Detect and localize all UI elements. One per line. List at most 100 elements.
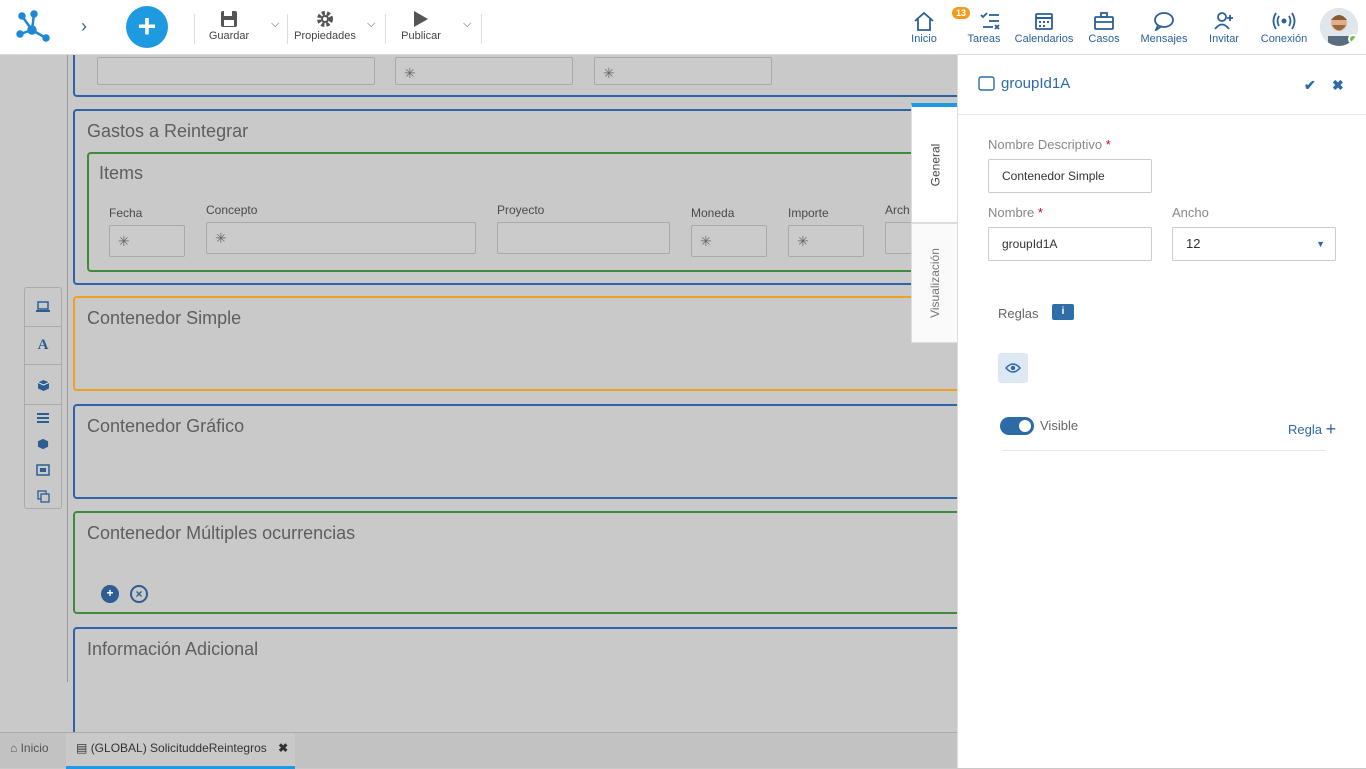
container-icon xyxy=(978,76,995,91)
plus-icon: + xyxy=(1325,419,1337,439)
column-label: Arch xyxy=(885,203,910,217)
nav-invite-label: Invitar xyxy=(1209,33,1239,45)
toolbar-separator xyxy=(385,14,386,44)
publish-dropdown-chevron-icon[interactable]: ⌵ xyxy=(463,18,471,31)
eye-icon xyxy=(1005,363,1021,373)
contenedor-multiples-title: Contenedor Múltiples ocurrencias xyxy=(87,523,356,543)
partial-container-top[interactable]: ✳ ✳ xyxy=(73,55,957,97)
copy-icon[interactable] xyxy=(25,486,61,506)
nav-invite[interactable]: Invitar xyxy=(1194,9,1254,45)
nav-calendars[interactable]: Calendarios xyxy=(1014,9,1074,45)
column-label: Proyecto xyxy=(497,203,545,217)
nav-cases[interactable]: Casos xyxy=(1074,9,1134,45)
add-rule-link[interactable]: Regla + xyxy=(1288,418,1336,439)
tab-general-label: General xyxy=(927,143,942,186)
contenedor-simple[interactable]: Contenedor Simple xyxy=(73,296,957,391)
cube-small-icon[interactable] xyxy=(25,434,61,454)
calendar-icon xyxy=(1014,9,1074,33)
nombre-descriptivo-input[interactable]: Contenedor Simple xyxy=(988,159,1152,193)
left-toolbox: A xyxy=(24,287,62,509)
add-button[interactable]: + xyxy=(126,6,168,48)
column-label: Moneda xyxy=(691,206,735,220)
bottom-tab-document-label: (GLOBAL) SolicituddeReintegros xyxy=(90,741,267,755)
properties-button[interactable]: Propiedades xyxy=(292,8,358,42)
nav-calendars-label: Calendarios xyxy=(1014,33,1074,45)
laptop-icon[interactable] xyxy=(25,294,61,320)
contenedor-grafico[interactable]: Contenedor Gráfico xyxy=(73,404,957,499)
save-button[interactable]: Guardar xyxy=(206,8,252,42)
list-lines-icon[interactable] xyxy=(25,408,61,428)
nombre-descriptivo-label-text: Nombre Descriptivo xyxy=(988,137,1103,152)
nav-messages-label: Mensajes xyxy=(1140,33,1188,45)
nav-tasks-label: Tareas xyxy=(967,33,1001,45)
briefcase-icon xyxy=(1074,9,1134,33)
panel-title-text: groupId1A xyxy=(1001,75,1071,92)
top-toolbar: › + Guardar ⌵ Propiedades ⌵ Publicar ⌵ I… xyxy=(0,0,1366,55)
informacion-adicional[interactable]: Información Adicional xyxy=(73,627,957,732)
toolbar-separator xyxy=(194,14,195,44)
fecha-field[interactable]: ✳ xyxy=(109,225,185,257)
app-logo-icon[interactable] xyxy=(12,8,52,46)
contenedor-multiples[interactable]: Contenedor Múltiples ocurrencias + × xyxy=(73,511,957,614)
contenedor-grafico-title: Contenedor Gráfico xyxy=(87,416,245,436)
visibility-eye-button[interactable] xyxy=(998,353,1028,383)
ancho-label: Ancho xyxy=(1172,205,1209,220)
tab-general[interactable]: General xyxy=(911,103,958,223)
chevron-down-icon: ▼ xyxy=(1316,239,1325,249)
nav-connection[interactable]: Conexión xyxy=(1254,9,1314,45)
items-title: Items xyxy=(99,163,144,183)
nav-messages[interactable]: Mensajes xyxy=(1134,9,1194,45)
online-status-dot xyxy=(1348,34,1358,44)
add-user-icon xyxy=(1194,9,1254,33)
tab-visualizacion-label: Visualización xyxy=(928,248,943,318)
add-rule-label: Regla xyxy=(1288,422,1322,437)
importe-field[interactable]: ✳ xyxy=(788,225,864,257)
required-mark: * xyxy=(1037,205,1043,220)
close-icon[interactable]: ✖ xyxy=(1332,77,1344,94)
properties-dropdown-chevron-icon[interactable]: ⌵ xyxy=(367,18,375,31)
field-input[interactable]: ✳ xyxy=(594,57,772,85)
bottom-tab-home[interactable]: ⌂ Inicio xyxy=(0,733,66,769)
gastos-container[interactable]: Gastos a Reintegrar Items Fecha ✳ Concep… xyxy=(73,109,957,285)
concepto-field[interactable]: ✳ xyxy=(206,222,476,254)
toolbox-separator xyxy=(25,364,61,365)
save-dropdown-chevron-icon[interactable]: ⌵ xyxy=(271,18,279,31)
text-style-icon[interactable]: A xyxy=(25,332,61,358)
proyecto-field[interactable] xyxy=(497,222,670,254)
required-asterisk-icon: ✳ xyxy=(404,65,416,81)
properties-side-tabs: General Visualización xyxy=(911,103,958,343)
informacion-adicional-title: Información Adicional xyxy=(87,639,259,659)
visible-label: Visible xyxy=(1040,418,1079,433)
image-frame-icon[interactable] xyxy=(25,460,61,480)
nav-tasks[interactable]: 13 Tareas xyxy=(952,7,1014,45)
properties-label: Propiedades xyxy=(294,30,356,42)
field-input[interactable]: ✳ xyxy=(395,57,573,85)
publish-button[interactable]: Publicar xyxy=(398,8,444,42)
gear-icon xyxy=(292,8,358,30)
add-occurrence-icon[interactable]: + xyxy=(101,585,119,603)
tab-visualizacion[interactable]: Visualización xyxy=(911,223,958,343)
remove-occurrence-icon[interactable]: × xyxy=(130,585,148,603)
expand-chevron-icon[interactable]: › xyxy=(74,16,94,37)
visible-toggle[interactable] xyxy=(1000,417,1034,435)
info-icon[interactable]: i xyxy=(1052,304,1074,320)
items-grid-container[interactable]: Items Fecha ✳ Concepto ✳ Proyecto Moneda… xyxy=(87,152,957,272)
ancho-select[interactable]: 12 ▼ xyxy=(1172,227,1336,261)
required-asterisk-icon: ✳ xyxy=(603,65,615,81)
confirm-check-icon[interactable]: ✔ xyxy=(1304,77,1316,94)
nav-home[interactable]: Inicio xyxy=(894,9,954,45)
panel-divider xyxy=(958,114,1366,115)
canvas-left-guide xyxy=(67,55,68,682)
field-input[interactable] xyxy=(97,57,375,85)
moneda-field[interactable]: ✳ xyxy=(691,225,767,257)
form-canvas: ✳ ✳ Gastos a Reintegrar Items Fecha ✳ Co… xyxy=(0,55,957,732)
user-avatar[interactable] xyxy=(1320,8,1358,46)
bottom-tab-document[interactable]: ▤ (GLOBAL) SolicituddeReintegros ✖ xyxy=(66,733,295,769)
document-icon: ▤ xyxy=(76,741,88,755)
cube-icon[interactable] xyxy=(25,372,61,398)
ancho-select-value: 12 xyxy=(1186,236,1201,251)
bottom-tab-bar: ⌂ Inicio ▤ (GLOBAL) SolicituddeReintegro… xyxy=(0,732,957,769)
nombre-input[interactable]: groupId1A xyxy=(988,227,1152,261)
close-tab-icon[interactable]: ✖ xyxy=(278,741,288,755)
nombre-descriptivo-label: Nombre Descriptivo * xyxy=(988,137,1111,152)
